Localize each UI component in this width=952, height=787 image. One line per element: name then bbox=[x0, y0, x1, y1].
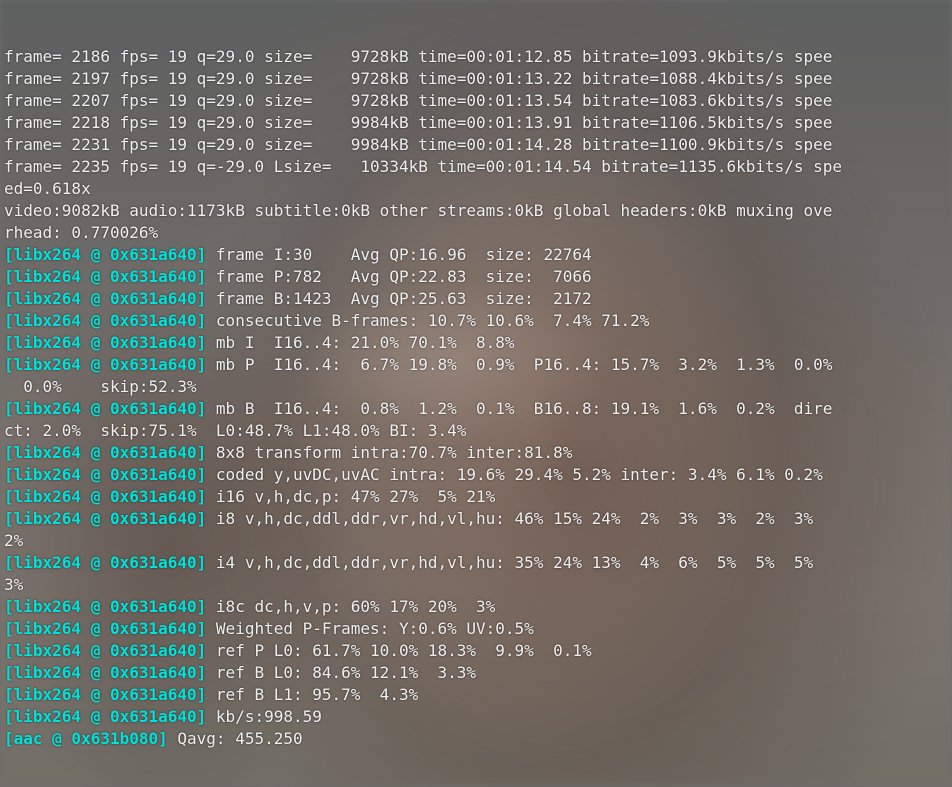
log-text: frame= 2235 fps= 19 q=-29.0 Lsize= 10334… bbox=[4, 157, 842, 176]
log-tag: [libx264 @ 0x631a640] bbox=[4, 267, 216, 286]
terminal-line: [libx264 @ 0x631a640] Weighted P-Frames:… bbox=[4, 618, 948, 640]
log-tag: [libx264 @ 0x631a640] bbox=[4, 245, 216, 264]
terminal-line: ct: 2.0% skip:75.1% L0:48.7% L1:48.0% BI… bbox=[4, 420, 948, 442]
terminal-line: [libx264 @ 0x631a640] mb I I16..4: 21.0%… bbox=[4, 332, 948, 354]
terminal-line: [libx264 @ 0x631a640] frame P:782 Avg QP… bbox=[4, 266, 948, 288]
log-text: 2% bbox=[4, 531, 23, 550]
terminal-line: frame= 2231 fps= 19 q=29.0 size= 9984kB … bbox=[4, 134, 948, 156]
terminal-line: [libx264 @ 0x631a640] frame I:30 Avg QP:… bbox=[4, 244, 948, 266]
log-text: mb P I16..4: 6.7% 19.8% 0.9% P16..4: 15.… bbox=[216, 355, 833, 374]
terminal-line: [libx264 @ 0x631a640] i8 v,h,dc,ddl,ddr,… bbox=[4, 508, 948, 530]
log-tag: [libx264 @ 0x631a640] bbox=[4, 333, 216, 352]
terminal-line: [libx264 @ 0x631a640] consecutive B-fram… bbox=[4, 310, 948, 332]
terminal-line: [libx264 @ 0x631a640] coded y,uvDC,uvAC … bbox=[4, 464, 948, 486]
terminal-line: frame= 2207 fps= 19 q=29.0 size= 9728kB … bbox=[4, 90, 948, 112]
log-text: frame= 2218 fps= 19 q=29.0 size= 9984kB … bbox=[4, 113, 832, 132]
terminal-line: [libx264 @ 0x631a640] ref P L0: 61.7% 10… bbox=[4, 640, 948, 662]
log-text: frame= 2197 fps= 19 q=29.0 size= 9728kB … bbox=[4, 69, 832, 88]
log-text: i8c dc,h,v,p: 60% 17% 20% 3% bbox=[216, 597, 495, 616]
terminal-line: frame= 2235 fps= 19 q=-29.0 Lsize= 10334… bbox=[4, 156, 948, 178]
terminal-line: [libx264 @ 0x631a640] ref B L0: 84.6% 12… bbox=[4, 662, 948, 684]
terminal-line: [libx264 @ 0x631a640] mb B I16..4: 0.8% … bbox=[4, 398, 948, 420]
log-text: coded y,uvDC,uvAC intra: 19.6% 29.4% 5.2… bbox=[216, 465, 823, 484]
terminal-line: 3% bbox=[4, 574, 948, 596]
log-tag: [libx264 @ 0x631a640] bbox=[4, 465, 216, 484]
terminal-line: 2% bbox=[4, 530, 948, 552]
log-tag: [libx264 @ 0x631a640] bbox=[4, 685, 216, 704]
log-text: kb/s:998.59 bbox=[216, 707, 322, 726]
log-text: frame= 2207 fps= 19 q=29.0 size= 9728kB … bbox=[4, 91, 832, 110]
log-text: frame= 2231 fps= 19 q=29.0 size= 9984kB … bbox=[4, 135, 832, 154]
log-tag: [libx264 @ 0x631a640] bbox=[4, 487, 216, 506]
log-text: frame B:1423 Avg QP:25.63 size: 2172 bbox=[216, 289, 592, 308]
log-text: rhead: 0.770026% bbox=[4, 223, 158, 242]
log-text: ref B L0: 84.6% 12.1% 3.3% bbox=[216, 663, 476, 682]
log-text: video:9082kB audio:1173kB subtitle:0kB o… bbox=[4, 201, 832, 220]
log-text: 3% bbox=[4, 575, 23, 594]
log-text: ct: 2.0% skip:75.1% L0:48.7% L1:48.0% BI… bbox=[4, 421, 466, 440]
log-text: mb I I16..4: 21.0% 70.1% 8.8% bbox=[216, 333, 515, 352]
log-tag: [libx264 @ 0x631a640] bbox=[4, 619, 216, 638]
terminal-line: frame= 2197 fps= 19 q=29.0 size= 9728kB … bbox=[4, 68, 948, 90]
terminal-line: [libx264 @ 0x631a640] frame B:1423 Avg Q… bbox=[4, 288, 948, 310]
log-tag: [libx264 @ 0x631a640] bbox=[4, 355, 216, 374]
terminal-line: video:9082kB audio:1173kB subtitle:0kB o… bbox=[4, 200, 948, 222]
terminal-line: [libx264 @ 0x631a640] i8c dc,h,v,p: 60% … bbox=[4, 596, 948, 618]
log-text: i4 v,h,dc,ddl,ddr,vr,hd,vl,hu: 35% 24% 1… bbox=[216, 553, 833, 572]
terminal-line: [aac @ 0x631b080] Qavg: 455.250 bbox=[4, 728, 948, 750]
log-text: mb B I16..4: 0.8% 1.2% 0.1% B16..8: 19.1… bbox=[216, 399, 833, 418]
log-text: ed=0.618x bbox=[4, 179, 91, 198]
log-tag: [aac @ 0x631b080] bbox=[4, 729, 177, 748]
log-text: i8 v,h,dc,ddl,ddr,vr,hd,vl,hu: 46% 15% 2… bbox=[216, 509, 833, 528]
log-tag: [libx264 @ 0x631a640] bbox=[4, 707, 216, 726]
terminal-line: [libx264 @ 0x631a640] 8x8 transform intr… bbox=[4, 442, 948, 464]
terminal-line: [libx264 @ 0x631a640] kb/s:998.59 bbox=[4, 706, 948, 728]
terminal-line: 0.0% skip:52.3% bbox=[4, 376, 948, 398]
log-tag: [libx264 @ 0x631a640] bbox=[4, 641, 216, 660]
log-text: Qavg: 455.250 bbox=[177, 729, 302, 748]
terminal-line: [libx264 @ 0x631a640] ref B L1: 95.7% 4.… bbox=[4, 684, 948, 706]
log-text: frame= 2186 fps= 19 q=29.0 size= 9728kB … bbox=[4, 47, 832, 66]
log-text: 8x8 transform intra:70.7% inter:81.8% bbox=[216, 443, 572, 462]
log-tag: [libx264 @ 0x631a640] bbox=[4, 553, 216, 572]
log-tag: [libx264 @ 0x631a640] bbox=[4, 443, 216, 462]
log-tag: [libx264 @ 0x631a640] bbox=[4, 663, 216, 682]
log-text: ref P L0: 61.7% 10.0% 18.3% 9.9% 0.1% bbox=[216, 641, 592, 660]
terminal-line: frame= 2186 fps= 19 q=29.0 size= 9728kB … bbox=[4, 46, 948, 68]
log-tag: [libx264 @ 0x631a640] bbox=[4, 509, 216, 528]
log-text: Weighted P-Frames: Y:0.6% UV:0.5% bbox=[216, 619, 534, 638]
terminal-line: frame= 2218 fps= 19 q=29.0 size= 9984kB … bbox=[4, 112, 948, 134]
log-text: ref B L1: 95.7% 4.3% bbox=[216, 685, 418, 704]
log-text: frame I:30 Avg QP:16.96 size: 22764 bbox=[216, 245, 592, 264]
terminal-line: ed=0.618x bbox=[4, 178, 948, 200]
log-tag: [libx264 @ 0x631a640] bbox=[4, 597, 216, 616]
terminal-line: rhead: 0.770026% bbox=[4, 222, 948, 244]
terminal-line: [libx264 @ 0x631a640] i4 v,h,dc,ddl,ddr,… bbox=[4, 552, 948, 574]
log-tag: [libx264 @ 0x631a640] bbox=[4, 399, 216, 418]
log-tag: [libx264 @ 0x631a640] bbox=[4, 311, 216, 330]
log-text: 0.0% skip:52.3% bbox=[4, 377, 197, 396]
log-text: i16 v,h,dc,p: 47% 27% 5% 21% bbox=[216, 487, 495, 506]
terminal-output[interactable]: frame= 2186 fps= 19 q=29.0 size= 9728kB … bbox=[0, 0, 952, 787]
log-tag: [libx264 @ 0x631a640] bbox=[4, 289, 216, 308]
terminal-line: [libx264 @ 0x631a640] mb P I16..4: 6.7% … bbox=[4, 354, 948, 376]
log-text: consecutive B-frames: 10.7% 10.6% 7.4% 7… bbox=[216, 311, 649, 330]
terminal-line: [libx264 @ 0x631a640] i16 v,h,dc,p: 47% … bbox=[4, 486, 948, 508]
log-text: frame P:782 Avg QP:22.83 size: 7066 bbox=[216, 267, 592, 286]
